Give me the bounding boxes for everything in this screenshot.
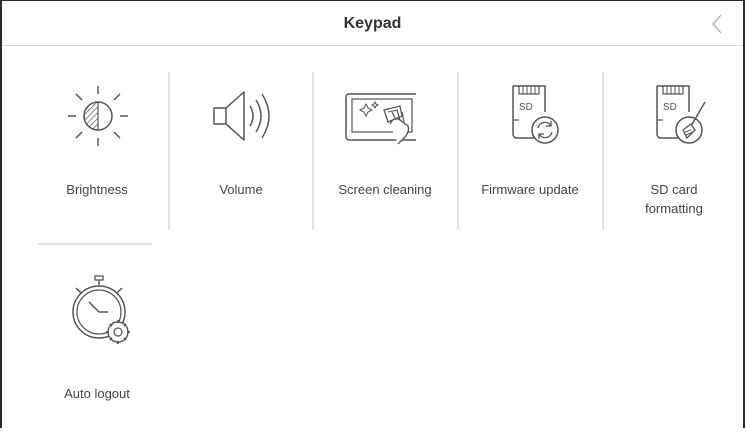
brightness-icon — [68, 86, 128, 146]
sd-card-formatting-tile[interactable]: SD SD card formatting — [603, 58, 745, 238]
brightness-label: Brightness — [66, 182, 128, 197]
selected-indicator — [38, 243, 152, 245]
svg-text:SD: SD — [663, 102, 677, 113]
volume-tile[interactable]: Volume — [170, 58, 312, 238]
screen-cleaning-label: Screen cleaning — [338, 182, 432, 197]
auto-logout-label: Auto logout — [64, 386, 130, 401]
sd-card-broom-icon: SD — [656, 85, 706, 144]
stopwatch-gear-icon — [72, 275, 130, 344]
firmware-update-label: Firmware update — [481, 182, 579, 197]
page-title: Keypad — [343, 15, 402, 32]
sd-card-refresh-icon: SD — [512, 85, 559, 144]
brightness-tile[interactable]: Brightness — [26, 58, 168, 238]
screen-cleaning-icon — [345, 93, 416, 145]
chevron-left-icon[interactable] — [707, 13, 729, 35]
speaker-volume-icon — [213, 91, 270, 141]
svg-text:SD: SD — [519, 102, 533, 113]
volume-label: Volume — [219, 182, 263, 197]
top-bar: Keypad — [2, 0, 743, 46]
screen-cleaning-tile[interactable]: Screen cleaning — [314, 58, 456, 238]
firmware-update-tile[interactable]: SD Firmware update — [459, 58, 601, 238]
sd-card-formatting-label: SD card formatting — [645, 182, 703, 216]
keypad-settings-window: Keypad Brightness Volume Screen cleaning… — [0, 0, 745, 428]
auto-logout-tile[interactable]: Auto logout — [26, 262, 168, 442]
